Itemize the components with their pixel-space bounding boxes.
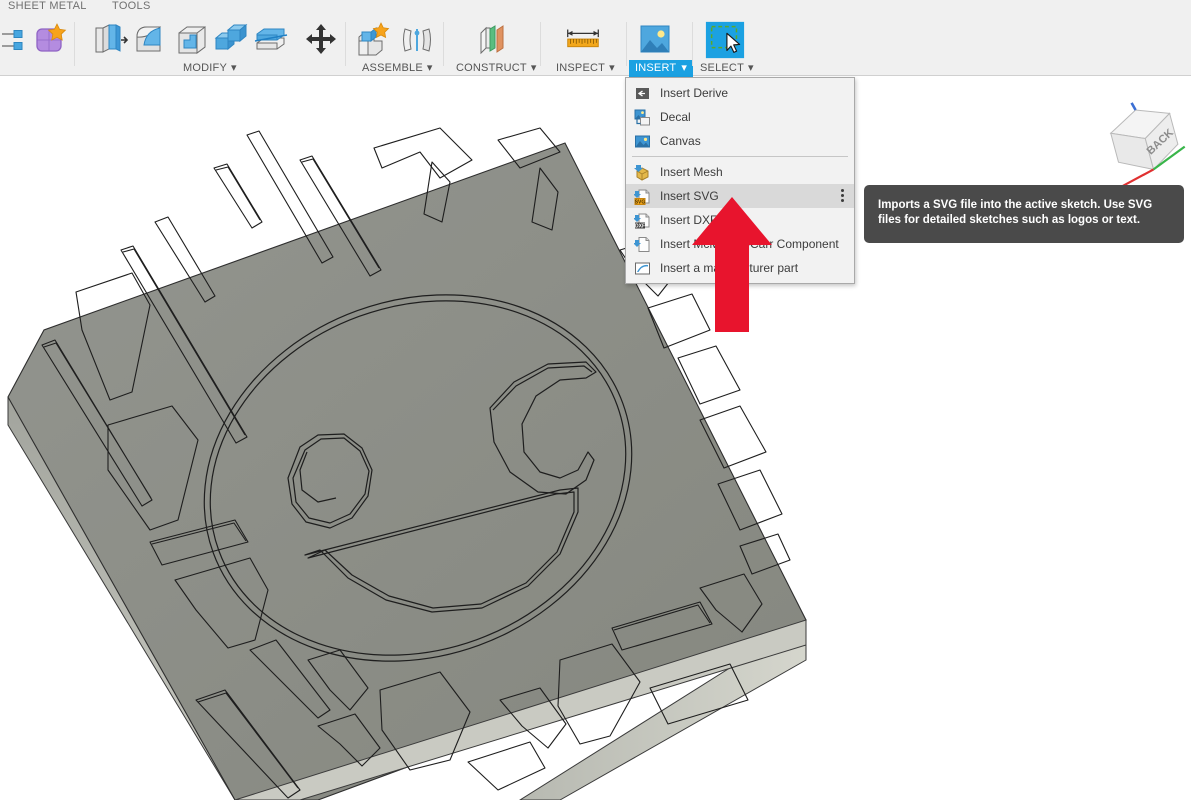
- tooltip-text: Imports a SVG file into the active sketc…: [878, 199, 1152, 226]
- menu-item-overflow-icon[interactable]: [841, 189, 845, 203]
- insert-dxf-icon: DXF: [634, 212, 651, 229]
- insert-mesh-icon: [634, 164, 651, 181]
- ribbon-separator: [540, 22, 541, 66]
- group-label-construct: CONSTRUCT▾: [456, 62, 537, 74]
- menu-item-label: Insert Mesh: [660, 165, 723, 179]
- ribbon-separator: [345, 22, 346, 66]
- group-label-select: SELECT▾: [700, 62, 754, 74]
- svg-text:DXF: DXF: [635, 223, 645, 229]
- menu-item-insert-mesh[interactable]: Insert Mesh: [626, 160, 854, 184]
- group-label-modify: MODIFY▾: [183, 62, 237, 74]
- axis-z-indicator: [1132, 102, 1136, 110]
- tab-sheet-metal[interactable]: SHEET METAL: [8, 0, 87, 13]
- press-pull-icon[interactable]: [90, 20, 132, 60]
- menu-separator: [632, 156, 848, 157]
- group-label-insert: INSERT▾: [629, 60, 693, 77]
- insert-svg-icon: SVG: [634, 188, 651, 205]
- ribbon-tab-strip: SHEET METAL TOOLS: [0, 0, 1191, 14]
- menu-item-insert-derive[interactable]: Insert Derive: [626, 81, 854, 105]
- decal-icon: [634, 109, 651, 126]
- ribbon-toolbar: MODIFY▾ ASSEMBLE▾: [0, 14, 1191, 76]
- menu-item-label: Canvas: [660, 134, 701, 148]
- insert-mcmaster-icon: [634, 236, 651, 253]
- shell-icon[interactable]: [170, 20, 212, 60]
- insert-image-icon[interactable]: [634, 20, 676, 60]
- split-body-icon[interactable]: [250, 20, 292, 60]
- fusion-app-window: SHEET METAL TOOLS: [0, 0, 1191, 800]
- tab-tools[interactable]: TOOLS: [112, 0, 151, 13]
- view-cube[interactable]: BACK: [1092, 96, 1188, 193]
- menu-item-canvas[interactable]: Canvas: [626, 129, 854, 153]
- ribbon-separator: [692, 22, 693, 66]
- tooltip-insert-svg: Imports a SVG file into the active sketc…: [864, 185, 1184, 243]
- svg-text:SVG: SVG: [635, 199, 646, 205]
- insert-derive-icon: [634, 85, 651, 102]
- joint-icon[interactable]: [396, 20, 438, 60]
- group-label-assemble: ASSEMBLE▾: [362, 62, 433, 74]
- group-label-inspect: INSPECT▾: [556, 62, 615, 74]
- new-component-icon[interactable]: [30, 20, 72, 60]
- menu-item-decal[interactable]: Decal: [626, 105, 854, 129]
- move-copy-icon[interactable]: [300, 20, 342, 60]
- construct-plane-icon[interactable]: [472, 20, 514, 60]
- ribbon-separator: [74, 22, 75, 66]
- select-icon[interactable]: [704, 20, 746, 60]
- fillet-icon[interactable]: [130, 20, 172, 60]
- annotation-arrow-icon: [692, 197, 772, 337]
- menu-item-label: Decal: [660, 110, 691, 124]
- new-component-assemble-icon[interactable]: [352, 20, 394, 60]
- combine-icon[interactable]: [210, 20, 252, 60]
- menu-item-label: Insert Derive: [660, 86, 728, 100]
- ribbon-separator: [626, 22, 627, 66]
- insert-manufacturer-part-icon: [634, 260, 651, 277]
- canvas-icon: [634, 133, 651, 150]
- measure-icon[interactable]: [562, 20, 604, 60]
- ribbon-separator: [443, 22, 444, 66]
- axis-x-indicator: [1121, 169, 1156, 186]
